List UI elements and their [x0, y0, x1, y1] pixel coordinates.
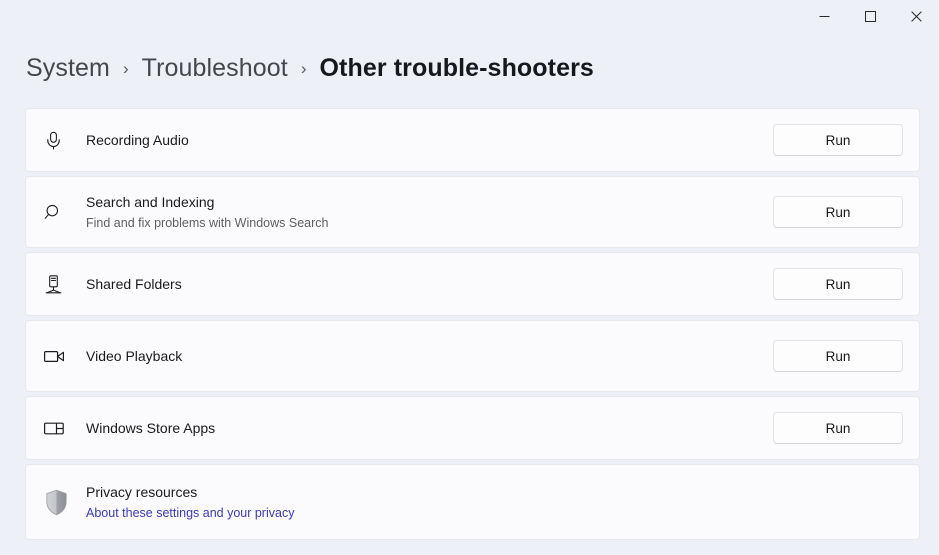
- video-camera-icon: [43, 346, 86, 367]
- troubleshooter-list: Recording Audio Run Search and Indexing …: [0, 108, 939, 540]
- troubleshooter-row-shared-folders[interactable]: Shared Folders Run: [25, 252, 920, 316]
- troubleshooter-text: Windows Store Apps: [86, 419, 773, 438]
- breadcrumb: System › Troubleshoot › Other trouble-sh…: [0, 32, 939, 108]
- app-panels-icon: [43, 418, 86, 439]
- server-icon: [43, 274, 86, 295]
- shield-icon: [43, 488, 86, 517]
- microphone-icon: [43, 130, 86, 151]
- troubleshooter-text: Recording Audio: [86, 131, 773, 150]
- troubleshooter-row-recording-audio[interactable]: Recording Audio Run: [25, 108, 920, 172]
- title-bar: [0, 0, 939, 32]
- maximize-icon: [864, 10, 876, 22]
- privacy-settings-link[interactable]: About these settings and your privacy: [86, 504, 887, 522]
- breadcrumb-item-troubleshoot[interactable]: Troubleshoot: [142, 54, 288, 83]
- run-button-shared-folders[interactable]: Run: [773, 268, 903, 300]
- troubleshooter-text: Search and Indexing Find and fix problem…: [86, 193, 773, 232]
- troubleshooter-row-search-and-indexing[interactable]: Search and Indexing Find and fix problem…: [25, 176, 920, 248]
- troubleshooter-row-video-playback[interactable]: Video Playback Run: [25, 320, 920, 392]
- troubleshooter-row-windows-store-apps[interactable]: Windows Store Apps Run: [25, 396, 920, 460]
- troubleshooter-subtitle: Find and fix problems with Windows Searc…: [86, 215, 329, 230]
- privacy-text: Privacy resources About these settings a…: [86, 483, 903, 522]
- close-icon: [910, 10, 922, 22]
- troubleshooter-text: Shared Folders: [86, 275, 773, 294]
- run-button-video-playback[interactable]: Run: [773, 340, 903, 372]
- privacy-resources-row: Privacy resources About these settings a…: [25, 464, 920, 540]
- close-button[interactable]: [893, 0, 939, 32]
- troubleshooter-text: Video Playback: [86, 347, 773, 366]
- minimize-button[interactable]: [801, 0, 847, 32]
- run-button-recording-audio[interactable]: Run: [773, 124, 903, 156]
- search-icon: [43, 202, 86, 223]
- troubleshooter-title: Video Playback: [86, 347, 183, 364]
- breadcrumb-separator-2: ›: [300, 59, 307, 78]
- minimize-icon: [819, 11, 830, 22]
- breadcrumb-item-system[interactable]: System: [26, 54, 110, 83]
- run-button-search-and-indexing[interactable]: Run: [773, 196, 903, 228]
- privacy-title: Privacy resources: [86, 483, 198, 500]
- troubleshooter-title: Windows Store Apps: [86, 419, 216, 436]
- run-button-windows-store-apps[interactable]: Run: [773, 412, 903, 444]
- troubleshooter-title: Recording Audio: [86, 131, 189, 148]
- troubleshooter-title: Search and Indexing: [86, 193, 215, 210]
- troubleshooter-title: Shared Folders: [86, 275, 182, 292]
- maximize-button[interactable]: [847, 0, 893, 32]
- page-title: Other trouble-shooters: [319, 54, 594, 82]
- breadcrumb-separator-1: ›: [122, 59, 129, 78]
